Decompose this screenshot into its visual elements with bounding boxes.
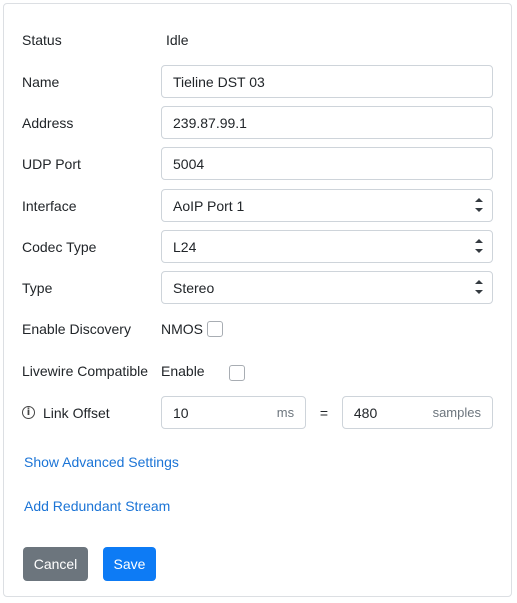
- address-row: Address 239.87.99.1: [22, 106, 493, 139]
- link-offset-ms-value: 10: [173, 404, 189, 421]
- type-selected: Stereo: [173, 279, 215, 296]
- link-offset-ms-input[interactable]: 10 ms: [161, 396, 307, 429]
- stream-settings-panel: Status Idle Name Tieline DST 03 Address …: [3, 3, 512, 597]
- equals-sign: =: [319, 404, 329, 421]
- samples-unit-label: samples: [432, 405, 481, 420]
- name-input-value: Tieline DST 03: [173, 73, 265, 90]
- type-row: Type Stereo: [22, 271, 493, 304]
- codec-type-label: Codec Type: [22, 238, 97, 255]
- udp-port-row: UDP Port 5004: [22, 147, 493, 180]
- nmos-label: NMOS: [161, 321, 203, 337]
- interface-row: Interface AoIP Port 1: [22, 189, 493, 222]
- cancel-button[interactable]: Cancel: [23, 547, 88, 581]
- codec-type-selected: L24: [173, 238, 197, 255]
- show-advanced-settings-link[interactable]: Show Advanced Settings: [24, 454, 179, 470]
- enable-discovery-label: Enable Discovery: [22, 321, 131, 337]
- link-offset-samples-input[interactable]: 480 samples: [341, 396, 493, 429]
- codec-type-select[interactable]: L24: [161, 230, 493, 263]
- udp-port-input-value: 5004: [173, 155, 205, 172]
- link-offset-label-group: i Link Offset: [22, 405, 161, 421]
- livewire-enable-checkbox[interactable]: [228, 365, 245, 381]
- address-input[interactable]: 239.87.99.1: [161, 106, 493, 139]
- link-offset-label: Link Offset: [43, 404, 110, 421]
- ms-unit-label: ms: [276, 405, 295, 420]
- status-row: Status Idle: [22, 29, 493, 51]
- name-input[interactable]: Tieline DST 03: [161, 65, 493, 98]
- link-offset-row: i Link Offset 10 ms = 480 samples: [22, 396, 493, 429]
- udp-port-input[interactable]: 5004: [161, 147, 493, 180]
- address-input-value: 239.87.99.1: [173, 114, 247, 131]
- address-label: Address: [22, 114, 74, 131]
- chevron-up-down-icon: [475, 280, 483, 294]
- livewire-label: Livewire Compatible: [22, 363, 149, 379]
- type-label: Type: [22, 279, 53, 296]
- type-select[interactable]: Stereo: [161, 271, 493, 304]
- save-button[interactable]: Save: [103, 547, 156, 581]
- udp-port-label: UDP Port: [22, 155, 81, 172]
- status-value: Idle: [166, 32, 189, 48]
- interface-select[interactable]: AoIP Port 1: [161, 189, 493, 222]
- codec-type-row: Codec Type L24: [22, 230, 493, 263]
- enable-discovery-row: Enable Discovery NMOS: [22, 318, 493, 340]
- info-circle-icon[interactable]: i: [22, 406, 35, 419]
- name-label: Name: [22, 73, 60, 90]
- status-label: Status: [22, 32, 62, 48]
- interface-label: Interface: [22, 197, 77, 214]
- add-redundant-stream-link[interactable]: Add Redundant Stream: [24, 498, 170, 514]
- name-row: Name Tieline DST 03: [22, 65, 493, 98]
- chevron-up-down-icon: [475, 198, 483, 212]
- nmos-checkbox[interactable]: [207, 321, 223, 337]
- livewire-enable-label: Enable: [161, 363, 205, 379]
- livewire-row: Livewire Compatible Enable: [22, 360, 493, 382]
- chevron-up-down-icon: [475, 239, 483, 253]
- link-offset-samples-value: 480: [353, 404, 378, 421]
- interface-selected: AoIP Port 1: [173, 197, 245, 214]
